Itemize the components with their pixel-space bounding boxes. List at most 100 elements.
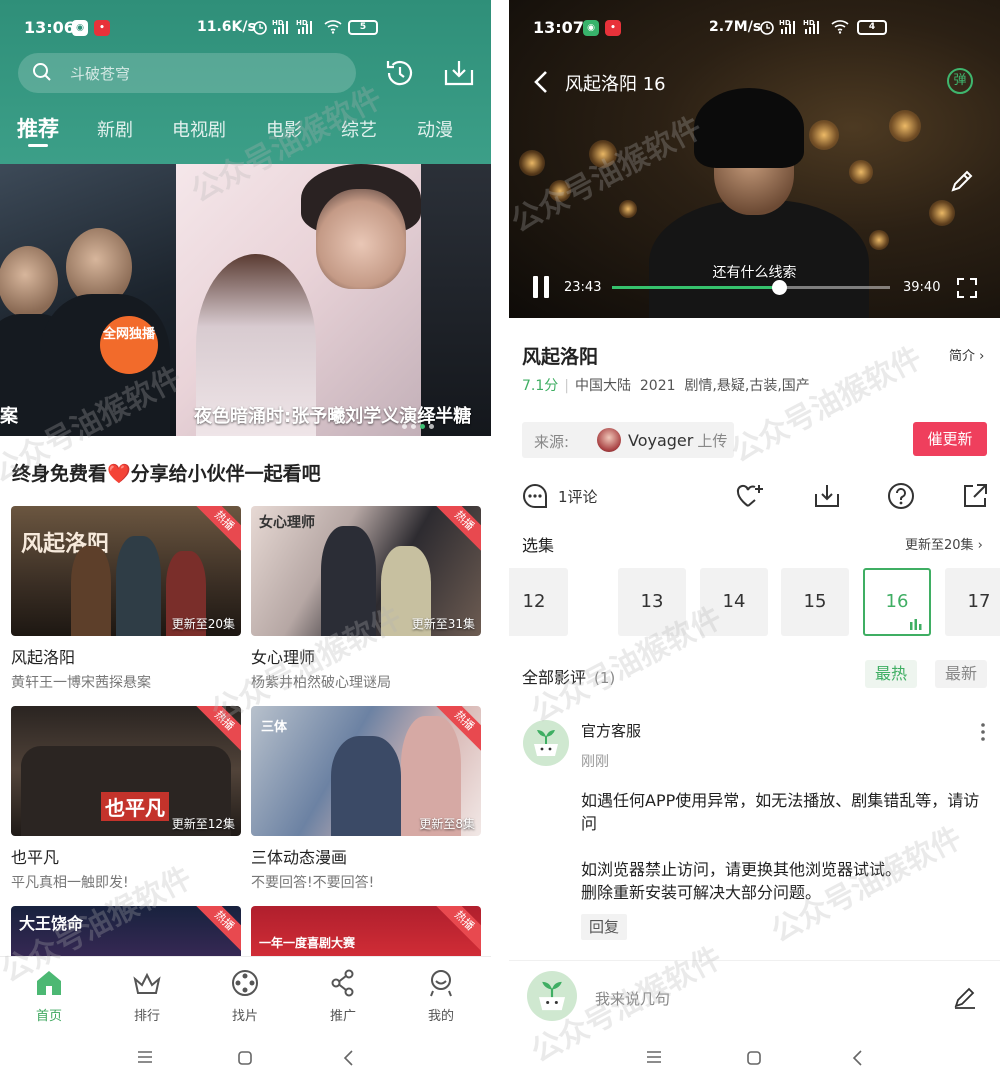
episode-item[interactable]: 15 xyxy=(781,568,849,636)
episode-item[interactable]: 14 xyxy=(700,568,768,636)
tab-anime[interactable]: 动漫 xyxy=(417,116,453,142)
background-light xyxy=(869,230,889,250)
tab-variety[interactable]: 综艺 xyxy=(341,116,377,142)
tab-new-drama[interactable]: 新剧 xyxy=(97,116,133,142)
episodes-update-link[interactable]: 更新至20集 › xyxy=(905,534,983,553)
urge-update-button[interactable]: 催更新 xyxy=(913,422,987,456)
poster-art-title: 也平凡 xyxy=(101,792,169,821)
progress-slider[interactable] xyxy=(612,280,890,295)
reviews-title: 全部影评 xyxy=(522,668,587,687)
comment-icon[interactable] xyxy=(521,482,549,510)
fullscreen-icon[interactable] xyxy=(957,278,977,298)
home-screen: 13:06 ◉ • 11.6K/s HD HD 5 斗破苍穹 推荐 新剧 电视剧 … xyxy=(0,0,491,1091)
help-icon[interactable] xyxy=(887,482,915,510)
intro-link[interactable]: 简介 › xyxy=(949,345,984,364)
wifi-icon xyxy=(831,20,849,34)
score: 7.1分 xyxy=(522,378,559,394)
nav-promote[interactable]: 推广 xyxy=(313,967,373,1024)
more-options-icon[interactable] xyxy=(979,722,987,742)
sort-new-tab[interactable]: 最新 xyxy=(935,660,987,688)
comment-input-bar: 我来说几句 xyxy=(509,960,1000,1034)
nav-discover[interactable]: 找片 xyxy=(215,967,275,1024)
back-icon[interactable] xyxy=(851,1050,863,1066)
episode-item-current[interactable]: 16 xyxy=(863,568,931,636)
source-info[interactable]: 来源: Voyager 上传 xyxy=(522,422,734,458)
category-tabs: 推荐 新剧 电视剧 电影 综艺 动漫 xyxy=(0,110,491,150)
video-thumbnail: 也平凡 热播 更新至12集 xyxy=(11,706,241,836)
reviews-count: (1) xyxy=(594,669,616,687)
signal-icon: HD HD xyxy=(779,19,819,34)
card-title: 也平凡 xyxy=(11,848,60,867)
comment-input[interactable]: 我来说几句 xyxy=(595,988,670,1009)
sort-hot-tab[interactable]: 最热 xyxy=(865,660,917,688)
poster-figure xyxy=(316,189,406,289)
pause-button[interactable] xyxy=(531,276,551,298)
nav-ranking[interactable]: 排行 xyxy=(117,967,177,1024)
progress-knob[interactable] xyxy=(771,280,787,295)
background-light xyxy=(549,180,571,202)
menu-icon[interactable] xyxy=(137,1050,153,1064)
poster-figure xyxy=(421,164,491,436)
edit-danmu-icon[interactable] xyxy=(949,168,975,194)
back-icon[interactable] xyxy=(342,1050,354,1066)
danmu-toggle[interactable]: 弹 xyxy=(947,68,973,94)
network-speed: 2.7M/s xyxy=(709,19,762,35)
video-player[interactable]: 13:07 ◉ • 2.7M/s HD HD 4 风起洛阳 16 弹 还有什么线索… xyxy=(509,0,1000,318)
search-placeholder: 斗破苍穹 xyxy=(70,65,131,83)
banner-carousel[interactable]: 全网独播 案 夜色暗涌时:张予曦刘学义演绎半糖 xyxy=(0,164,491,436)
menu-icon[interactable] xyxy=(646,1050,662,1064)
update-status: 更新至31集 xyxy=(411,617,475,631)
comment-line: 如遇任何APP使用异常，如无法播放、剧集错乱等，请访问 xyxy=(581,791,980,833)
nav-profile[interactable]: 我的 xyxy=(411,967,471,1024)
alarm-icon xyxy=(253,21,267,35)
commenter-avatar xyxy=(523,720,569,766)
episode-item[interactable]: 12 xyxy=(509,568,568,636)
progress-fill xyxy=(612,286,779,289)
video-figure xyxy=(694,88,804,168)
banner-slide-current[interactable]: 夜色暗涌时:张予曦刘学义演绎半糖 xyxy=(176,164,491,436)
share-icon[interactable] xyxy=(961,482,989,510)
favorite-icon[interactable] xyxy=(735,482,765,510)
card-subtitle: 不要回答!不要回答! xyxy=(251,875,375,891)
sprout-icon xyxy=(534,730,558,756)
active-tab-indicator xyxy=(28,144,48,147)
history-icon[interactable] xyxy=(383,56,417,90)
download-icon[interactable] xyxy=(813,482,841,510)
video-card[interactable]: 风起洛阳 热播 更新至20集 风起洛阳 黄轩王一博宋茜探悬案 xyxy=(11,506,241,692)
tab-tv-series[interactable]: 电视剧 xyxy=(172,116,226,142)
download-icon[interactable] xyxy=(442,56,476,90)
video-card[interactable]: 女心理师 热播 更新至31集 女心理师 杨紫井柏然破心理谜局 xyxy=(251,506,481,692)
tab-recommend[interactable]: 推荐 xyxy=(17,113,59,143)
episode-item[interactable]: 17 xyxy=(945,568,1000,636)
comment-time: 刚刚 xyxy=(581,754,609,770)
back-icon[interactable] xyxy=(531,69,551,95)
comment-count[interactable]: 1评论 xyxy=(558,486,598,507)
home-button-icon[interactable] xyxy=(746,1050,762,1066)
home-header: 13:06 ◉ • 11.6K/s HD HD 5 斗破苍穹 推荐 新剧 电视剧 … xyxy=(0,0,491,164)
video-card[interactable]: 三体 热播 更新至8集 三体动态漫画 不要回答!不要回答! xyxy=(251,706,481,892)
update-status: 更新至12集 xyxy=(171,817,235,831)
video-card[interactable]: 也平凡 热播 更新至12集 也平凡 平凡真相一触即发! xyxy=(11,706,241,892)
status-bar: 13:07 ◉ • 2.7M/s HD HD 4 xyxy=(509,0,1000,52)
background-light xyxy=(809,120,839,150)
search-input[interactable]: 斗破苍穹 xyxy=(18,53,356,93)
banner-slide-previous[interactable]: 全网独播 案 xyxy=(0,164,176,436)
card-title: 风起洛阳 xyxy=(11,648,76,667)
show-meta: 7.1分 | 中国大陆 2021 剧情,悬疑,古装,国产 xyxy=(522,378,810,394)
battery-icon: 5 xyxy=(348,20,378,35)
background-light xyxy=(849,160,873,184)
home-button-icon[interactable] xyxy=(237,1050,253,1066)
tab-movie[interactable]: 电影 xyxy=(266,116,302,142)
app-notification-icon: • xyxy=(605,20,621,36)
profile-icon xyxy=(430,970,452,997)
episode-item[interactable]: 13 xyxy=(618,568,686,636)
nav-home[interactable]: 首页 xyxy=(19,967,79,1024)
comment-line: 如浏览器禁止访问，请更换其他浏览器试试。 xyxy=(581,860,902,879)
year: 2021 xyxy=(639,378,676,394)
update-status: 更新至20集 xyxy=(171,617,235,631)
system-navigation-bar xyxy=(0,1050,491,1080)
uploader: Voyager 上传 xyxy=(628,430,727,451)
edit-icon[interactable] xyxy=(953,985,977,1009)
promo-text: 终身免费看❤️分享给小伙伴一起看吧 xyxy=(12,463,321,485)
reply-button[interactable]: 回复 xyxy=(581,914,627,940)
